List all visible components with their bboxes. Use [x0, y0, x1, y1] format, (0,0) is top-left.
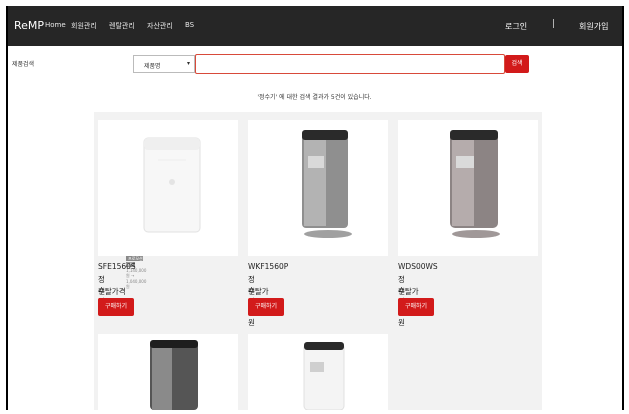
- product-model: SFE1560S: [98, 262, 136, 271]
- right-frame-border: [622, 6, 624, 410]
- product-image[interactable]: [398, 120, 538, 256]
- product-search-label: 제품검색: [12, 61, 35, 68]
- product-image[interactable]: [248, 120, 388, 256]
- nav-home[interactable]: Home: [45, 21, 66, 29]
- buy-button[interactable]: 구매하기: [398, 298, 434, 316]
- search-type-select[interactable]: 제품명 ▾: [133, 55, 195, 73]
- caret-down-icon: ▾: [186, 60, 190, 67]
- product-image[interactable]: [98, 334, 238, 410]
- search-bar: 제품검색 제품명 ▾ 검색: [8, 46, 622, 86]
- signup-link[interactable]: 회원가입: [579, 21, 608, 32]
- brand-logo[interactable]: ReMP: [14, 19, 44, 32]
- nav-member-management[interactable]: 회원관리: [71, 21, 97, 31]
- search-result-message: '정수기' 에 대한 검색 결과가 5건이 있습니다.: [257, 94, 372, 101]
- search-input[interactable]: [195, 54, 505, 74]
- product-model: WKF1560P: [248, 262, 289, 271]
- product-grid: 프로모션 혜택1,140,000원 → 1,040,000원 SFE1560S …: [94, 112, 542, 411]
- buy-button[interactable]: 구매하기: [98, 298, 134, 316]
- nav-separator: |: [552, 19, 556, 29]
- search-button[interactable]: 검색: [505, 55, 529, 73]
- top-navbar: ReMP Home 회원관리 렌탈관리 자산관리 BS 로그인 | 회원가입: [8, 6, 622, 46]
- product-image[interactable]: [98, 120, 238, 256]
- buy-button[interactable]: 구매하기: [248, 298, 284, 316]
- select-value: 제품명: [144, 63, 161, 70]
- login-link[interactable]: 로그인: [505, 21, 527, 32]
- nav-bs[interactable]: BS: [185, 21, 194, 29]
- product-model: WDS00WS: [398, 262, 438, 271]
- nav-rental-management[interactable]: 렌탈관리: [109, 21, 135, 31]
- product-image[interactable]: [248, 334, 388, 411]
- nav-asset-management[interactable]: 자산관리: [147, 21, 173, 31]
